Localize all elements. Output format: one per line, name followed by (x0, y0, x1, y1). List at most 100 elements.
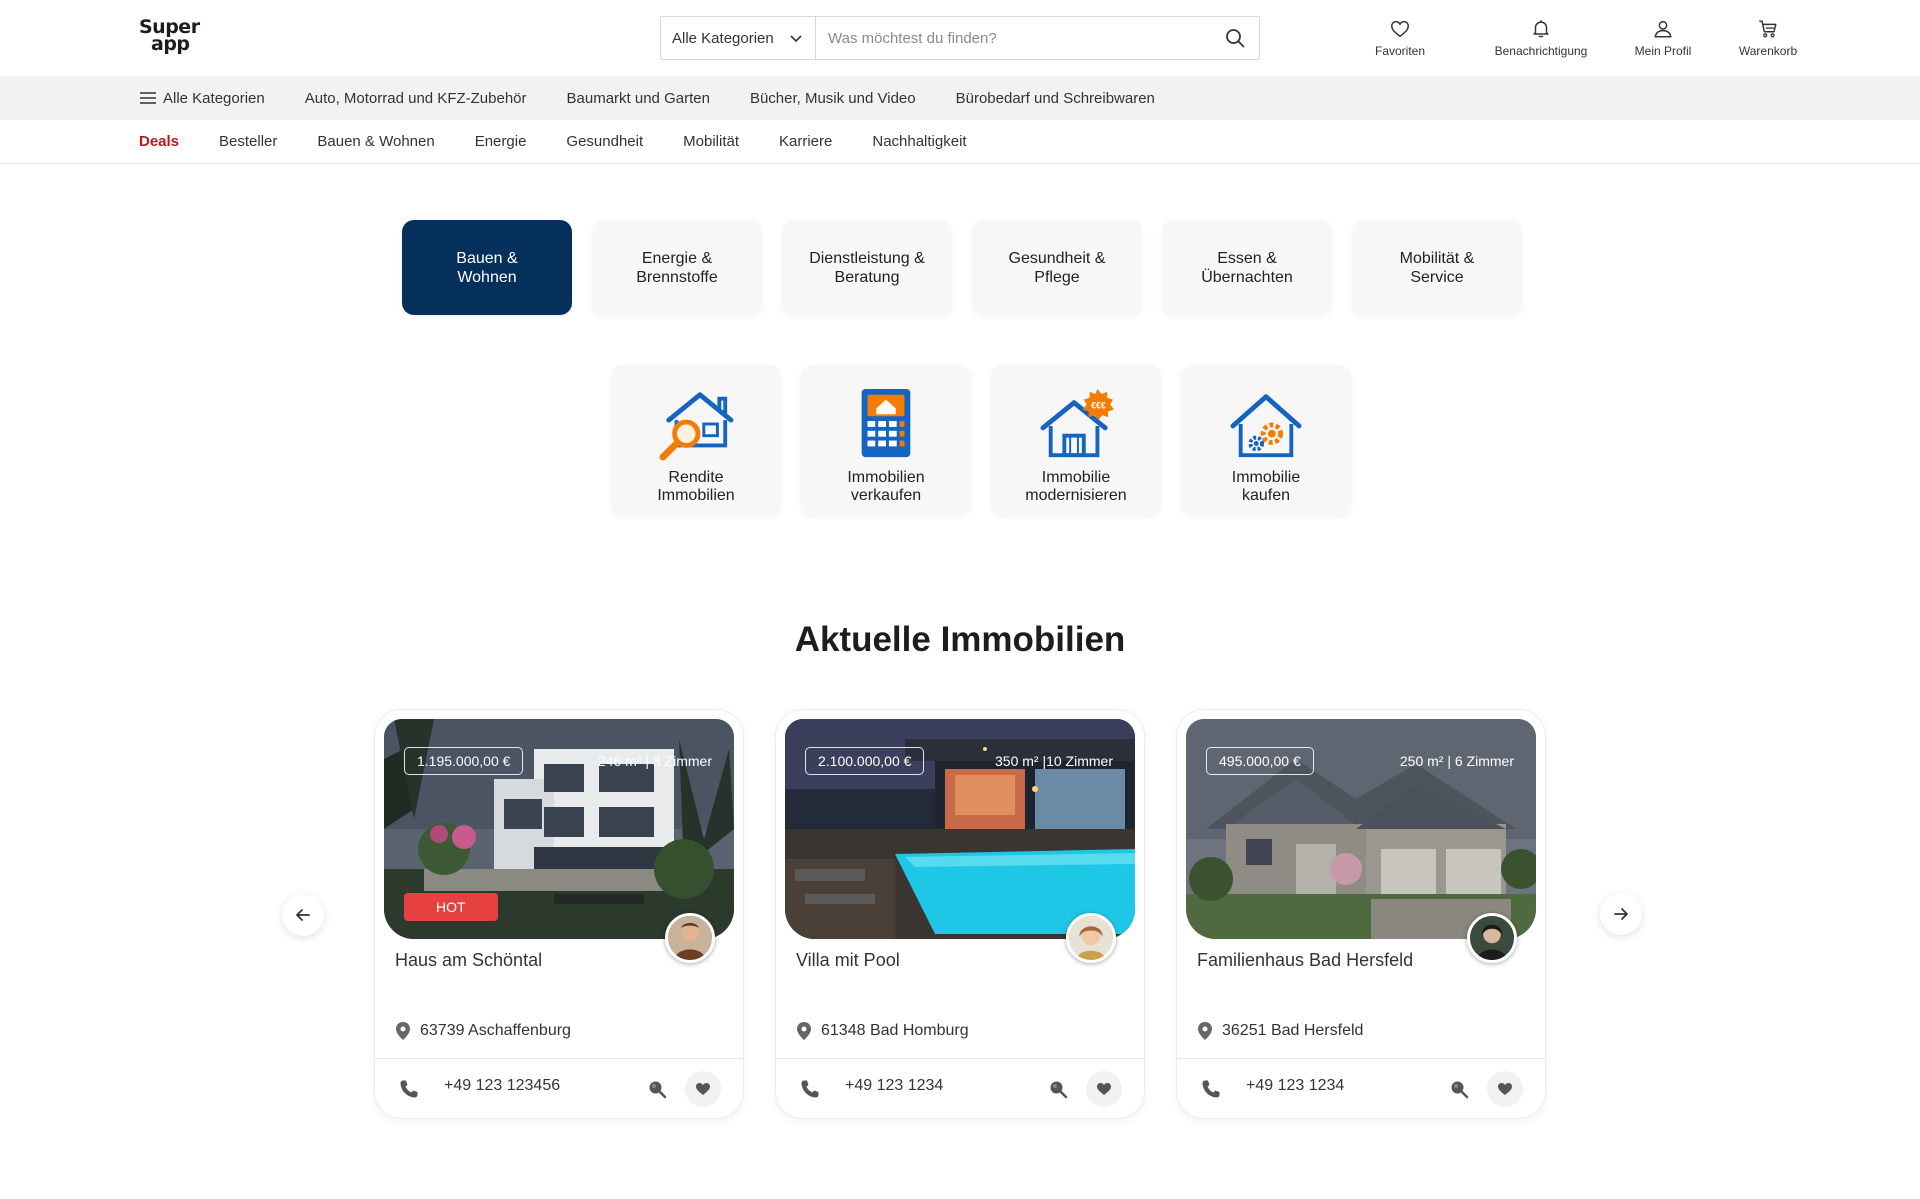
category-bar-item-buerobedarf[interactable]: Bürobedarf und Schreibwaren (956, 90, 1155, 107)
subcategory-tile-rendite[interactable]: Rendite Immobilien (611, 365, 781, 515)
category-tile-gesundheit[interactable]: Gesundheit & Pflege (972, 220, 1142, 315)
logo[interactable]: Super app (139, 18, 200, 54)
notifications-button[interactable]: Benachrichtigung (1481, 16, 1601, 60)
favorite-button[interactable] (1487, 1071, 1523, 1107)
favorite-button[interactable] (685, 1071, 721, 1107)
bell-icon (1533, 20, 1549, 38)
tile-label-line-1: Dienstleistung & (809, 249, 925, 267)
agent-avatar[interactable] (665, 913, 715, 963)
tile-label-line-1: Essen & (1217, 249, 1277, 267)
category-tile-bauen-wohnen[interactable]: Bauen & Wohnen (402, 220, 572, 315)
agent-avatar[interactable] (1467, 913, 1517, 963)
tile-label-line-2: Brennstoffe (636, 268, 718, 286)
header: Super app Alle Kategorien Favoriten Bena… (0, 0, 1920, 76)
hot-badge: HOT (404, 893, 498, 921)
user-icon (1654, 20, 1672, 38)
search-category-select[interactable]: Alle Kategorien (661, 17, 816, 59)
subtile-label-line-1: Immobilien (847, 469, 925, 486)
tile-label-line-2: Wohnen (457, 268, 517, 286)
house-euro-icon: €€€ (1040, 388, 1114, 458)
listing-title[interactable]: Haus am Schöntal (395, 950, 542, 971)
location-pin-icon (1198, 1022, 1212, 1040)
category-bar-item-baumarkt[interactable]: Baumarkt und Garten (567, 90, 710, 107)
category-bar-item-auto[interactable]: Auto, Motorrad und KFZ-Zubehör (305, 90, 527, 107)
carousel-next-button[interactable] (1600, 893, 1642, 935)
listing-card: 495.000,00 € 250 m² | 6 Zimmer Familienh… (1177, 710, 1545, 1118)
tab-nachhaltigkeit[interactable]: Nachhaltigkeit (872, 133, 966, 150)
listing-footer: +49 123 123456 (375, 1058, 743, 1118)
cart-label: Warenkorb (1738, 44, 1798, 58)
subtile-label-line-2: Immobilien (657, 487, 735, 504)
subtile-label-line-1: Immobilie (1231, 469, 1301, 486)
notifications-label: Benachrichtigung (1494, 44, 1588, 58)
listing-card: 2.100.000,00 € 350 m² |10 Zimmer Villa m… (776, 710, 1144, 1118)
listing-photo[interactable]: 1.195.000,00 € 246 m² | 8 Zimmer HOT (384, 719, 734, 939)
listing-price: 2.100.000,00 € (805, 747, 925, 775)
all-categories-menu[interactable]: Alle Kategorien (139, 90, 265, 107)
agent-avatar-image (1069, 916, 1113, 960)
category-bar-label: Alle Kategorien (163, 89, 265, 107)
tile-label-line-2: Pflege (1034, 268, 1080, 286)
favorites-label: Favoriten (1374, 44, 1426, 58)
listing-title[interactable]: Villa mit Pool (796, 950, 900, 971)
zoom-icon[interactable] (1048, 1079, 1068, 1099)
tab-bauen-wohnen[interactable]: Bauen & Wohnen (317, 133, 434, 150)
chevron-down-icon (790, 35, 802, 43)
tab-karriere[interactable]: Karriere (779, 133, 832, 150)
tab-gesundheit[interactable]: Gesundheit (566, 133, 643, 150)
listing-phone[interactable]: +49 123 1234 (1246, 1077, 1344, 1095)
listing-title[interactable]: Familienhaus Bad Hersfeld (1197, 950, 1413, 971)
zoom-icon[interactable] (647, 1079, 667, 1099)
listing-location-text: 36251 Bad Hersfeld (1222, 1022, 1364, 1039)
category-bar-item-buecher[interactable]: Bücher, Musik und Video (750, 90, 916, 107)
subcategory-tile-kaufen[interactable]: Immobilie kaufen (1181, 365, 1351, 515)
listing-footer: +49 123 1234 (1177, 1058, 1545, 1118)
listings-carousel: 1.195.000,00 € 246 m² | 8 Zimmer HOT Hau… (375, 710, 1545, 1118)
listing-card: 1.195.000,00 € 246 m² | 8 Zimmer HOT Hau… (375, 710, 743, 1118)
tile-label-line-2: Übernachten (1201, 268, 1293, 286)
listing-size-rooms: 246 m² | 8 Zimmer (597, 753, 712, 769)
carousel-prev-button[interactable] (282, 894, 324, 936)
profile-button[interactable]: Mein Profil (1623, 16, 1703, 60)
subtile-label-line-2: kaufen (1241, 487, 1291, 504)
tab-mobilitaet[interactable]: Mobilität (683, 133, 739, 150)
section-title: Aktuelle Immobilien (794, 620, 1126, 659)
category-tile-essen[interactable]: Essen & Übernachten (1162, 220, 1332, 315)
phone-icon (400, 1080, 418, 1098)
category-tile-energie[interactable]: Energie & Brennstoffe (592, 220, 762, 315)
category-tile-dienstleistung[interactable]: Dienstleistung & Beratung (782, 220, 952, 315)
listing-location: 36251 Bad Hersfeld (1197, 1021, 1363, 1041)
cart-button[interactable]: Warenkorb (1728, 16, 1808, 60)
subcategory-tile-verkaufen[interactable]: Immobilien verkaufen (801, 365, 971, 515)
arrow-right-icon (1614, 908, 1628, 920)
tile-label-line-2: Service (1410, 268, 1464, 286)
tab-besteller[interactable]: Besteller (219, 133, 277, 150)
favorites-button[interactable]: Favoriten (1360, 16, 1440, 60)
subcategory-tile-modernisieren[interactable]: €€€ Immobilie modernisieren (991, 365, 1161, 515)
tab-deals[interactable]: Deals (139, 133, 179, 150)
tab-energie[interactable]: Energie (475, 133, 527, 150)
favorite-button[interactable] (1086, 1071, 1122, 1107)
agent-avatar-image (668, 916, 712, 960)
listing-phone[interactable]: +49 123 123456 (444, 1077, 560, 1095)
listing-photo[interactable]: 2.100.000,00 € 350 m² |10 Zimmer (785, 719, 1135, 939)
topic-tabs: Deals Besteller Bauen & Wohnen Energie G… (0, 120, 1920, 164)
search-input[interactable] (816, 17, 1211, 59)
listing-photo[interactable]: 495.000,00 € 250 m² | 6 Zimmer (1186, 719, 1536, 939)
listing-size-rooms: 250 m² | 6 Zimmer (1399, 753, 1514, 769)
tile-label-line-1: Mobilität & (1399, 249, 1475, 267)
agent-avatar-image (1470, 916, 1514, 960)
heart-icon (1498, 1083, 1512, 1095)
category-tile-mobilitaet[interactable]: Mobilität & Service (1352, 220, 1522, 315)
hamburger-menu-icon (140, 92, 156, 104)
listing-phone[interactable]: +49 123 1234 (845, 1077, 943, 1095)
arrow-left-icon (296, 909, 310, 921)
location-pin-icon (797, 1022, 811, 1040)
category-bar: Alle Kategorien Auto, Motorrad und KFZ-Z… (0, 76, 1920, 120)
subtile-label-line-1: Immobilie (1041, 469, 1111, 486)
category-tiles: Bauen & Wohnen Energie & Brennstoffe Diens… (402, 220, 1522, 315)
search-button[interactable] (1211, 17, 1259, 59)
agent-avatar[interactable] (1066, 913, 1116, 963)
listing-price: 495.000,00 € (1206, 747, 1314, 775)
zoom-icon[interactable] (1449, 1079, 1469, 1099)
